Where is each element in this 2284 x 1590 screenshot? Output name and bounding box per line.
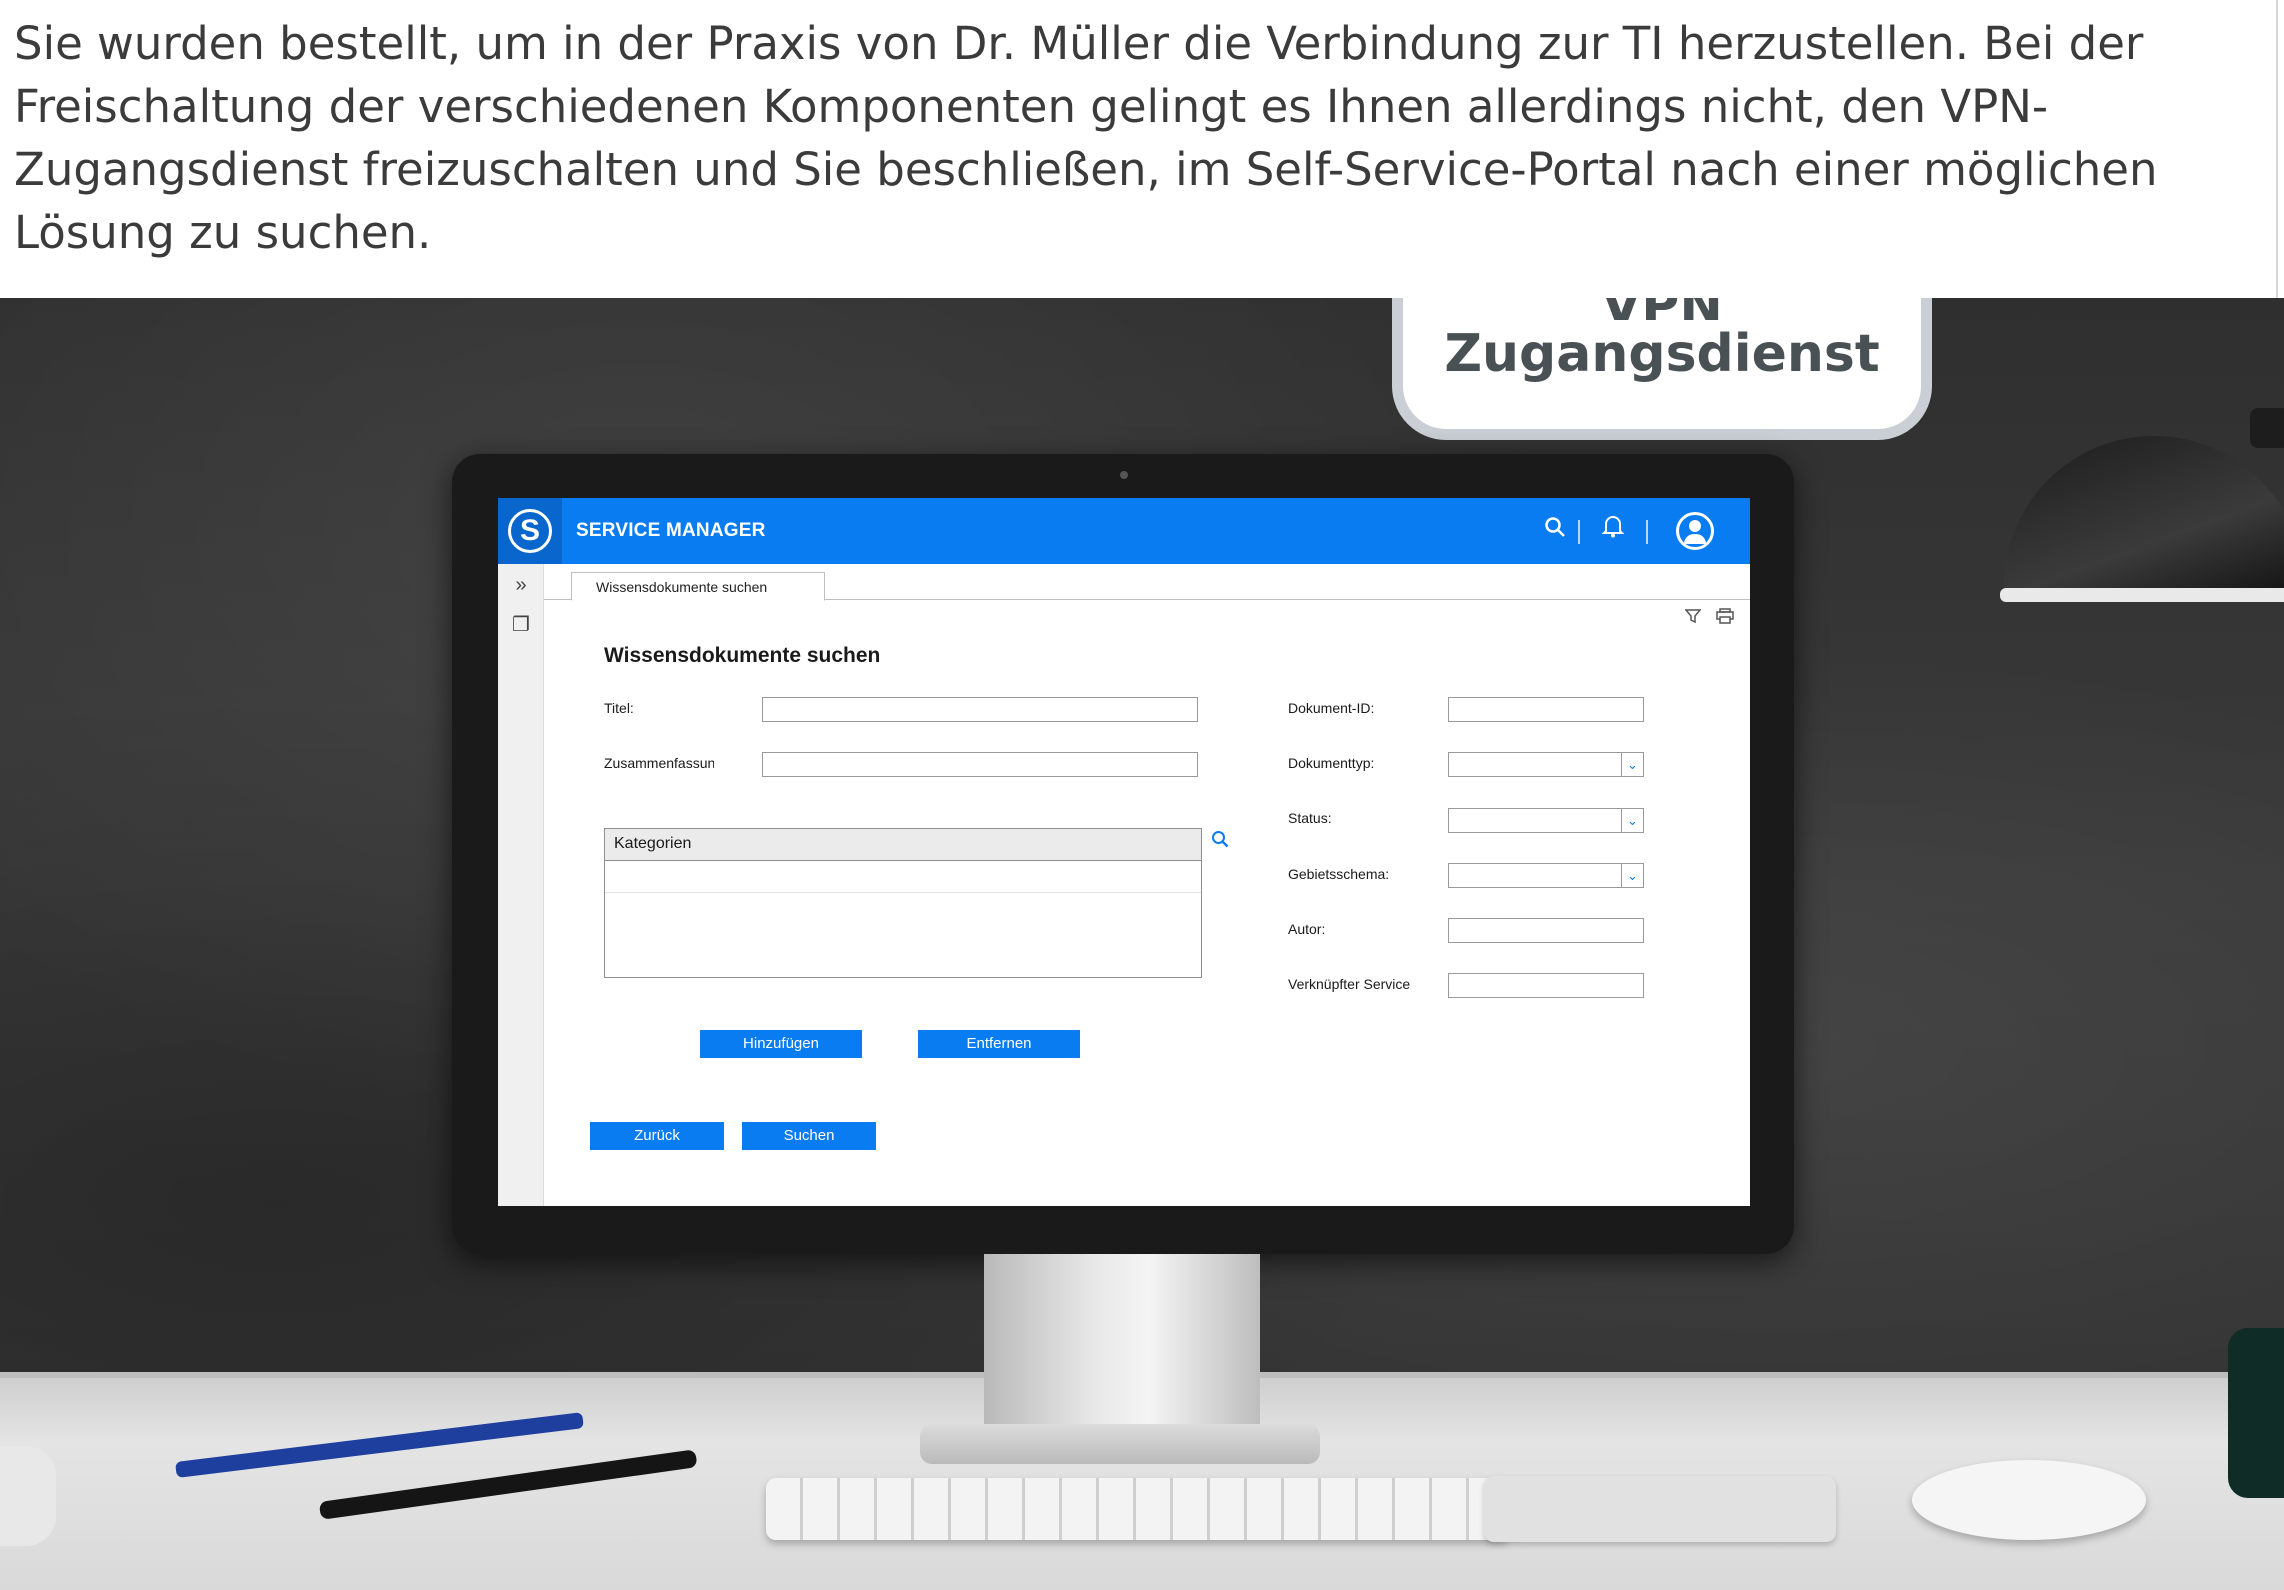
dokument-id-label: Dokument-ID: <box>1288 700 1375 716</box>
logo[interactable]: S <box>498 498 562 564</box>
keyboard <box>766 1478 1510 1540</box>
mug <box>2228 1328 2284 1498</box>
chevron-down-icon[interactable]: ⌄ <box>1621 753 1643 776</box>
app-title: SERVICE MANAGER <box>576 520 766 541</box>
header-separator <box>1578 520 1580 544</box>
windows-icon[interactable]: ❐ <box>506 610 536 640</box>
dokument-id-input[interactable] <box>1448 697 1644 722</box>
zusammenfassung-input[interactable] <box>762 752 1198 777</box>
lamp-rim <box>2000 588 2284 602</box>
sidebar: » ❐ <box>498 564 544 1206</box>
scroll-edge <box>2276 0 2278 298</box>
logo-icon: S <box>508 509 552 553</box>
service-manager-screen: S SERVICE MANAGER » ❐ Wissensdokumente s… <box>498 498 1750 1206</box>
kategorien-header: Kategorien <box>605 829 1201 861</box>
instruction-text: Sie wurden bestellt, um in der Praxis vo… <box>14 17 2158 259</box>
hinzufuegen-button[interactable]: Hinzufügen <box>700 1030 862 1058</box>
monitor-camera <box>1120 471 1128 479</box>
verknuepfter-service-input[interactable] <box>1448 973 1644 998</box>
tab-strip: Wissensdokumente suchen <box>544 564 1750 601</box>
autor-label: Autor: <box>1288 921 1326 937</box>
header-separator <box>1646 520 1648 544</box>
monitor-stand-base <box>920 1424 1320 1464</box>
instruction-panel: Sie wurden bestellt, um in der Praxis vo… <box>0 0 2284 298</box>
form-title: Wissensdokumente suchen <box>604 644 881 667</box>
crumpled-paper <box>0 1446 56 1546</box>
autor-input[interactable] <box>1448 918 1644 943</box>
entfernen-button[interactable]: Entfernen <box>918 1030 1080 1058</box>
lamp-shade <box>2004 436 2284 596</box>
dokumenttyp-label: Dokumenttyp: <box>1288 755 1375 771</box>
lamp-arm <box>2250 408 2284 448</box>
suchen-button[interactable]: Suchen <box>742 1122 876 1150</box>
verknuepfter-service-label: Verknüpfter Service <box>1288 976 1411 992</box>
trackpad <box>1484 1476 1836 1542</box>
kategorien-list[interactable]: Kategorien <box>604 828 1202 978</box>
status-label: Status: <box>1288 810 1332 826</box>
gebietsschema-select[interactable]: ⌄ <box>1448 863 1644 888</box>
vpn-badge-line2: Zugangsdienst <box>1444 324 1880 384</box>
filter-icon[interactable] <box>1682 608 1704 630</box>
search-icon[interactable] <box>1538 514 1572 548</box>
expand-sidebar-icon[interactable]: » <box>506 570 536 600</box>
vpn-badge: VPN Zugangsdienst <box>1392 298 1932 440</box>
status-select[interactable]: ⌄ <box>1448 808 1644 833</box>
bell-icon[interactable] <box>1596 514 1630 548</box>
titel-label: Titel: <box>604 700 634 716</box>
monitor-stand <box>984 1254 1260 1434</box>
dokumenttyp-select[interactable]: ⌄ <box>1448 752 1644 777</box>
desk-scene: VPN Zugangsdienst S SERVICE MANAGER <box>0 298 2284 1590</box>
app-header: S SERVICE MANAGER <box>498 498 1750 564</box>
kategorien-search-icon[interactable] <box>1208 830 1232 854</box>
gebietsschema-label: Gebietsschema: <box>1288 866 1390 882</box>
list-item[interactable] <box>605 861 1201 893</box>
tab-wissensdokumente-suchen[interactable]: Wissensdokumente suchen <box>571 572 825 601</box>
zurueck-button[interactable]: Zurück <box>590 1122 724 1150</box>
chevron-down-icon[interactable]: ⌄ <box>1621 809 1643 832</box>
vpn-badge-line1: VPN <box>1403 298 1921 320</box>
zusammenfassung-label: Zusammenfassung: <box>604 755 714 771</box>
user-icon[interactable] <box>1676 512 1714 550</box>
print-icon[interactable] <box>1714 608 1736 630</box>
chevron-down-icon[interactable]: ⌄ <box>1621 864 1643 887</box>
titel-input[interactable] <box>762 697 1198 722</box>
mouse <box>1912 1460 2146 1540</box>
